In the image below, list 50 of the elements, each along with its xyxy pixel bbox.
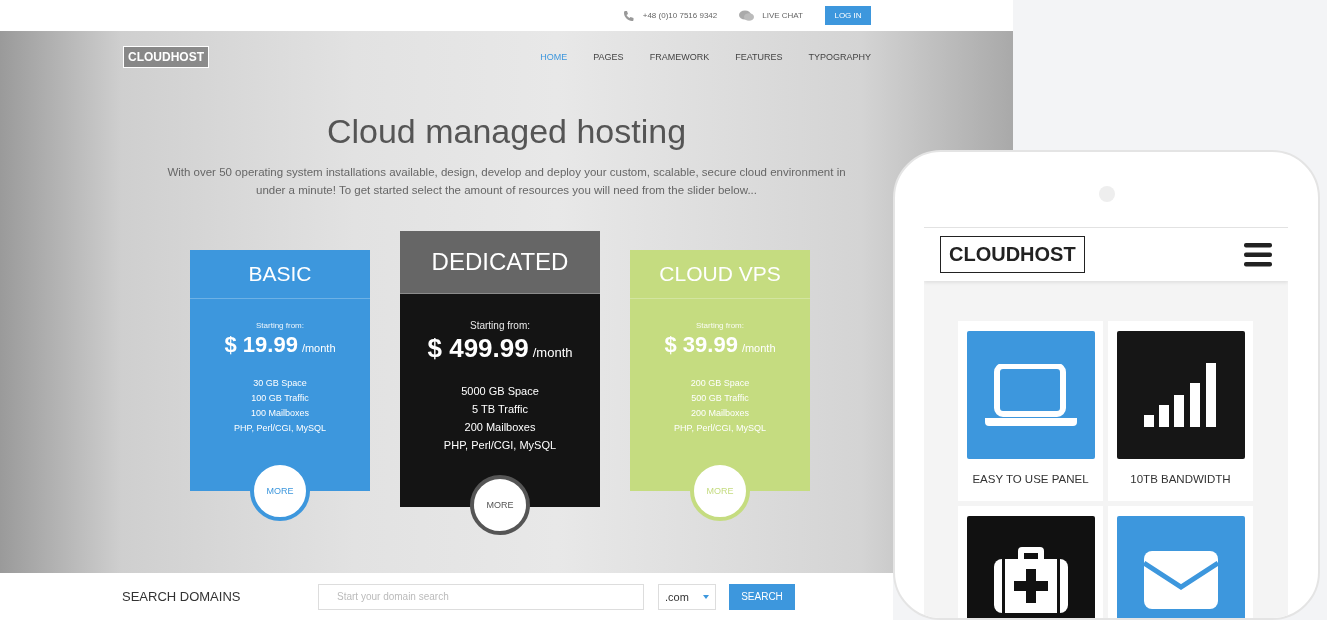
plan-feature: 5 TB Traffic <box>471 402 529 417</box>
plan-feature: 200 Mailboxes <box>689 407 750 420</box>
signal-bars-icon <box>1144 363 1218 427</box>
plan-name: BASIC <box>248 262 312 286</box>
price: $ 19.99 <box>224 332 298 357</box>
nav-link[interactable]: FRAMEWORK <box>649 52 710 62</box>
domain-search-field[interactable]: Start your domain search <box>318 583 644 610</box>
plan-feature: PHP, Perl/CGI, MySQL <box>673 422 767 435</box>
plan-feature: 200 GB Space <box>689 377 751 390</box>
plan-feature: 100 GB Traffic <box>250 392 310 405</box>
first-aid-kit-icon <box>994 547 1068 613</box>
plan-feature: PHP, Perl/CGI, MySQL <box>442 438 558 453</box>
plan-feature: 5000 GB Space <box>460 384 540 399</box>
price: $ 39.99 <box>664 332 738 357</box>
price-period: /month <box>532 345 573 360</box>
plan-feature: 200 Mailboxes <box>463 420 537 435</box>
plan-feature: 100 Mailboxes <box>249 407 310 420</box>
envelope-icon <box>1144 551 1218 609</box>
feature-tile[interactable]: EASY TO USE PANEL <box>958 321 1103 501</box>
phone-number: +48 (0)10 7516 9342 <box>642 11 718 20</box>
nav-link[interactable]: PAGES <box>593 52 624 62</box>
starting-from-label: Starting from: <box>695 321 745 330</box>
hero-title: Cloud managed hosting <box>325 112 688 151</box>
plan-feature: 30 GB Space <box>252 377 308 390</box>
starting-from-label: Starting from: <box>255 321 305 330</box>
live-chat-link[interactable]: LIVE CHAT <box>762 11 803 20</box>
caret-icon <box>703 594 709 599</box>
menu-icon[interactable] <box>1244 242 1272 267</box>
more-button[interactable]: MORE <box>470 475 530 535</box>
search-domains-label: SEARCH DOMAINS <box>122 589 242 604</box>
tld-dropdown[interactable]: .com <box>658 583 716 610</box>
logo[interactable]: CLOUDHOST <box>123 46 209 68</box>
plan-feature: PHP, Perl/CGI, MySQL <box>233 422 327 435</box>
nav-link[interactable]: FEATURES <box>735 52 783 62</box>
logo[interactable]: CLOUDHOST <box>940 236 1085 273</box>
price-period: /month <box>741 342 776 354</box>
price-period: /month <box>301 342 336 354</box>
starting-from-label: Starting from: <box>469 320 531 331</box>
hero-description: With over 50 operating system installations available, design, develop and deploy your custom, scalable, secure cloud environment in under a minute! To get started select the amount of resources you will need from the slider below... <box>166 165 847 198</box>
feature-tile[interactable]: 10TB BANDWIDTH <box>1108 321 1253 501</box>
price: $ 499.99 <box>427 333 529 363</box>
phone-icon <box>622 9 635 22</box>
feature-label: 10TB BANDWIDTH <box>1129 473 1232 485</box>
plan-name: CLOUD VPS <box>659 262 781 286</box>
plan-feature: 500 GB Traffic <box>690 392 750 405</box>
laptop-icon <box>985 364 1077 426</box>
nav-link[interactable]: TYPOGRAPHY <box>808 52 871 62</box>
feature-label: EASY TO USE PANEL <box>971 473 1090 485</box>
chat-icon <box>739 9 755 22</box>
plan-name: DEDICATED <box>431 248 569 276</box>
